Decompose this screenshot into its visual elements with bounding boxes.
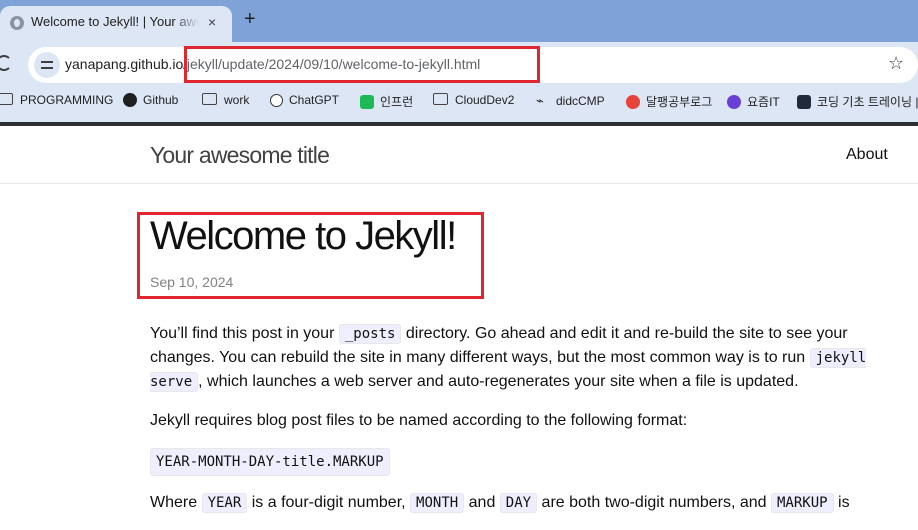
bookmark-github[interactable]: Github: [123, 93, 178, 107]
folder-icon: [0, 93, 13, 105]
paragraph: Where YEAR is a four-digit number, MONTH…: [150, 491, 895, 515]
paragraph: Jekyll requires blog post files to be na…: [150, 412, 688, 429]
bookmark-label: 달팽공부로그: [646, 95, 713, 109]
post-content: You’ll find this post in your _posts dir…: [150, 322, 895, 530]
github-icon: [123, 93, 137, 107]
code-block: YEAR-MONTH-DAY-title.MARKUP: [150, 448, 390, 476]
text: is: [833, 494, 850, 511]
site-header: Your awesome title About: [0, 126, 918, 184]
reload-icon[interactable]: [0, 55, 12, 71]
bookmark-inflearn[interactable]: 인프런: [360, 93, 413, 110]
bookmark-work[interactable]: work: [202, 93, 249, 107]
tab-strip: Welcome to Jekyll! | Your awesome title …: [0, 0, 918, 42]
url-highlight-box: [184, 46, 540, 83]
inline-code: MARKUP: [771, 493, 834, 513]
bookmark-label: PROGRAMMING: [20, 93, 114, 107]
nav-about-link[interactable]: About: [846, 146, 888, 164]
paragraph: You’ll find this post in your _posts dir…: [150, 322, 895, 394]
chatgpt-icon: [270, 94, 283, 107]
didc-icon: ⌁: [536, 93, 544, 108]
globe-icon: [10, 16, 24, 30]
bookmarks-bar: PROGRAMMING Github work ChatGPT 인프런 Clou…: [0, 88, 918, 122]
new-tab-button[interactable]: +: [244, 8, 256, 31]
yozm-icon: [727, 95, 741, 109]
close-tab-icon[interactable]: ×: [208, 14, 216, 30]
bookmark-label: work: [224, 93, 250, 107]
browser-tab[interactable]: Welcome to Jekyll! | Your awesome title …: [0, 6, 232, 42]
bookmark-label: 인프런: [380, 95, 414, 109]
inline-code: YEAR: [201, 493, 248, 513]
text: , which launches a web server and auto-r…: [198, 373, 799, 390]
inline-code: _posts: [338, 324, 402, 344]
url-host: yanapang.github.io: [65, 56, 184, 72]
text: and: [464, 494, 500, 511]
bookmark-label: didcCMP: [556, 94, 605, 108]
site-info-icon[interactable]: [34, 52, 60, 78]
bookmark-star-icon[interactable]: ☆: [888, 53, 904, 74]
bookmark-blog[interactable]: 달팽공부로그: [626, 93, 712, 110]
text: Where: [150, 494, 202, 511]
bookmark-didccmp[interactable]: ⌁ didcCMP: [536, 93, 605, 108]
bookmark-label: 코딩 기초 트레이닝 | 프...: [817, 95, 918, 109]
bookmark-programmers[interactable]: 코딩 기초 트레이닝 | 프...: [797, 93, 918, 110]
bookmark-clouddev2[interactable]: CloudDev2: [433, 93, 514, 107]
title-highlight-box: [137, 212, 484, 299]
bookmark-label: CloudDev2: [455, 93, 515, 107]
bookmark-programming[interactable]: PROGRAMMING: [0, 93, 113, 107]
tab-title: Welcome to Jekyll! | Your awesome title: [31, 14, 199, 29]
browser-toolbar: yanapang.github.io /jekyll/update/2024/0…: [0, 42, 918, 88]
web-page: Your awesome title About Welcome to Jeky…: [0, 126, 918, 513]
site-title-link[interactable]: Your awesome title: [150, 142, 330, 169]
folder-icon: [202, 93, 217, 105]
text: You’ll find this post in your: [150, 325, 339, 342]
blog-icon: [626, 95, 640, 109]
bookmark-chatgpt[interactable]: ChatGPT: [270, 93, 339, 107]
text: are both two-digit numbers, and: [537, 494, 771, 511]
programmers-icon: [797, 95, 811, 109]
inline-code: MONTH: [410, 493, 465, 513]
folder-icon: [433, 93, 448, 105]
bookmark-label: Github: [143, 93, 179, 107]
bookmark-label: ChatGPT: [289, 93, 340, 107]
bookmark-label: 요즘IT: [747, 95, 780, 109]
bookmark-yozmit[interactable]: 요즘IT: [727, 93, 780, 110]
text: is a four-digit number,: [247, 494, 411, 511]
inflearn-icon: [360, 95, 374, 109]
inline-code: DAY: [499, 493, 538, 513]
